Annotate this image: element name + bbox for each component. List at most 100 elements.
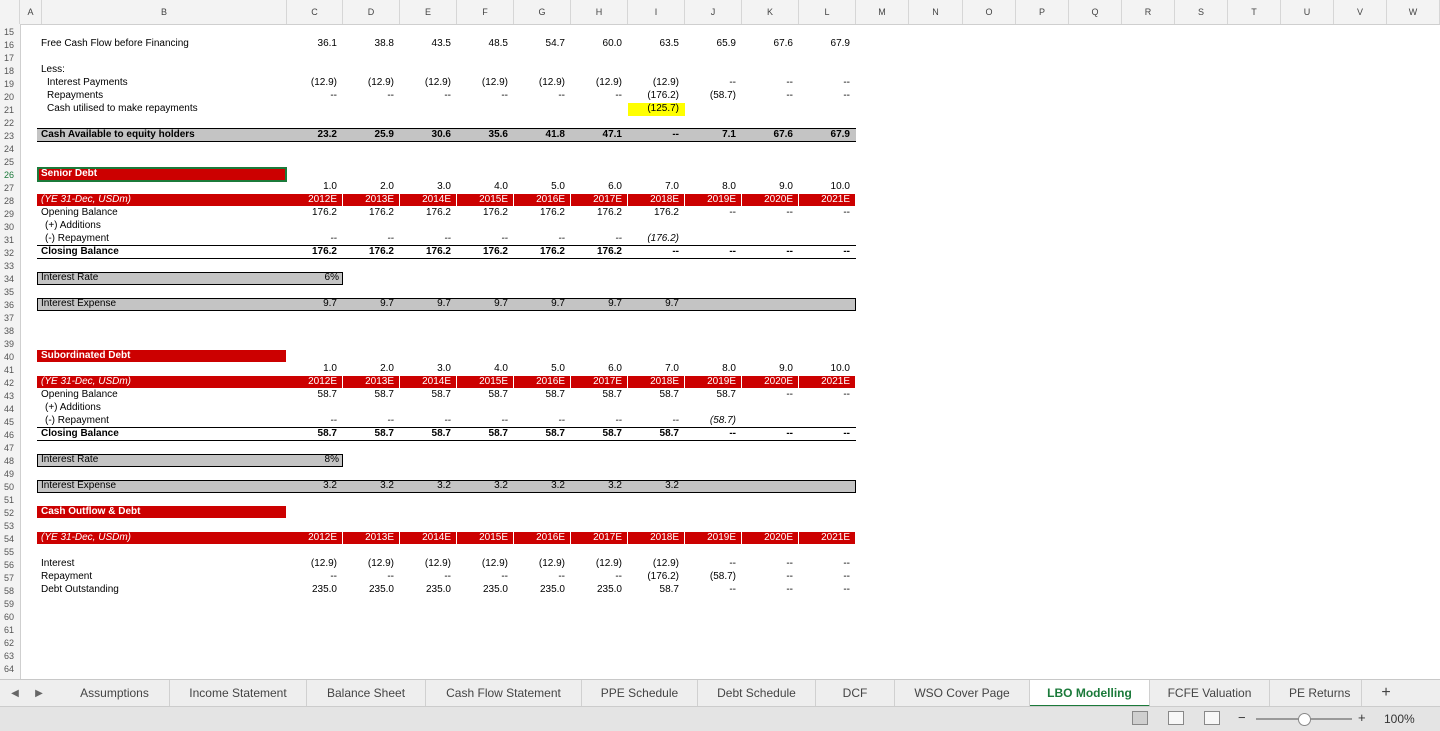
column-header-l[interactable]: L — [799, 0, 856, 24]
row-header-59[interactable]: 59 — [0, 598, 20, 611]
row-header-46[interactable]: 46 — [0, 429, 20, 442]
column-header-a[interactable]: A — [20, 0, 42, 24]
column-header-c[interactable]: C — [287, 0, 343, 24]
page-break-view-icon[interactable] — [1204, 711, 1220, 725]
row-header-30[interactable]: 30 — [0, 221, 20, 234]
row-header-64[interactable]: 64 — [0, 663, 20, 676]
row-header-62[interactable]: 62 — [0, 637, 20, 650]
row-header-26[interactable]: 26 — [0, 169, 20, 182]
row-header-15[interactable]: 15 — [0, 26, 20, 39]
row-header-24[interactable]: 24 — [0, 143, 20, 156]
zoom-in-button[interactable]: + — [1358, 710, 1366, 725]
column-header-u[interactable]: U — [1281, 0, 1334, 24]
row-header-54[interactable]: 54 — [0, 533, 20, 546]
tab-balance-sheet[interactable]: Balance Sheet — [307, 680, 426, 707]
tab-debt-schedule[interactable]: Debt Schedule — [698, 680, 816, 707]
row-header-19[interactable]: 19 — [0, 78, 20, 91]
repayments-label: Repayments — [47, 90, 104, 101]
row-header-32[interactable]: 32 — [0, 247, 20, 260]
row-header-45[interactable]: 45 — [0, 416, 20, 429]
row-header-21[interactable]: 21 — [0, 104, 20, 117]
prev-sheet-icon[interactable]: ◀ — [6, 680, 24, 707]
row-header-48[interactable]: 48 — [0, 455, 20, 468]
outflow-debt-label: Debt Outstanding — [41, 584, 119, 595]
row-header-41[interactable]: 41 — [0, 364, 20, 377]
tab-fcfe-valuation[interactable]: FCFE Valuation — [1150, 680, 1270, 707]
column-header-p[interactable]: P — [1016, 0, 1069, 24]
row-header-47[interactable]: 47 — [0, 442, 20, 455]
column-header-i[interactable]: I — [628, 0, 685, 24]
row-header-51[interactable]: 51 — [0, 494, 20, 507]
row-header-23[interactable]: 23 — [0, 130, 20, 143]
tab-ppe-schedule[interactable]: PPE Schedule — [582, 680, 698, 707]
column-header-o[interactable]: O — [963, 0, 1016, 24]
row-header-63[interactable]: 63 — [0, 650, 20, 663]
select-all-corner[interactable] — [0, 0, 20, 24]
row-header-50[interactable]: 50 — [0, 481, 20, 494]
senior-debt-opening-value-f: 176.2 — [482, 207, 508, 218]
row-header-22[interactable]: 22 — [0, 117, 20, 130]
row-header-29[interactable]: 29 — [0, 208, 20, 221]
row-header-38[interactable]: 38 — [0, 325, 20, 338]
row-header-57[interactable]: 57 — [0, 572, 20, 585]
spreadsheet-grid[interactable]: Free Cash Flow before Financing 36.1 38.8 4… — [21, 25, 1440, 679]
column-header-s[interactable]: S — [1175, 0, 1228, 24]
row-header-31[interactable]: 31 — [0, 234, 20, 247]
row-header-36[interactable]: 36 — [0, 299, 20, 312]
normal-view-icon[interactable] — [1132, 711, 1148, 725]
row-header-18[interactable]: 18 — [0, 65, 20, 78]
column-header-q[interactable]: Q — [1069, 0, 1122, 24]
column-header-r[interactable]: R — [1122, 0, 1175, 24]
column-header-g[interactable]: G — [514, 0, 571, 24]
tab-cash-flow-statement[interactable]: Cash Flow Statement — [426, 680, 582, 707]
zoom-out-button[interactable]: − — [1238, 710, 1246, 725]
row-header-28[interactable]: 28 — [0, 195, 20, 208]
row-header-37[interactable]: 37 — [0, 312, 20, 325]
row-header-39[interactable]: 39 — [0, 338, 20, 351]
next-sheet-icon[interactable]: ▶ — [30, 680, 48, 707]
row-header-33[interactable]: 33 — [0, 260, 20, 273]
column-header-j[interactable]: J — [685, 0, 742, 24]
row-header-53[interactable]: 53 — [0, 520, 20, 533]
tab-assumptions[interactable]: Assumptions — [60, 680, 170, 707]
column-header-h[interactable]: H — [571, 0, 628, 24]
row-header-17[interactable]: 17 — [0, 52, 20, 65]
column-header-f[interactable]: F — [457, 0, 514, 24]
zoom-slider-thumb[interactable] — [1298, 713, 1311, 726]
row-header-58[interactable]: 58 — [0, 585, 20, 598]
row-header-52[interactable]: 52 — [0, 507, 20, 520]
page-layout-view-icon[interactable] — [1168, 711, 1184, 725]
row-header-35[interactable]: 35 — [0, 286, 20, 299]
column-header-b[interactable]: B — [42, 0, 287, 24]
row-header-40[interactable]: 40 — [0, 351, 20, 364]
column-header-d[interactable]: D — [343, 0, 400, 24]
row-header-20[interactable]: 20 — [0, 91, 20, 104]
column-header-w[interactable]: W — [1387, 0, 1440, 24]
row-header-61[interactable]: 61 — [0, 624, 20, 637]
column-header-e[interactable]: E — [400, 0, 457, 24]
column-header-m[interactable]: M — [856, 0, 909, 24]
row-header-56[interactable]: 56 — [0, 559, 20, 572]
tab-dcf[interactable]: DCF — [816, 680, 895, 707]
row-header-55[interactable]: 55 — [0, 546, 20, 559]
row-header-16[interactable]: 16 — [0, 39, 20, 52]
row-header-49[interactable]: 49 — [0, 468, 20, 481]
row-header-44[interactable]: 44 — [0, 403, 20, 416]
column-header-k[interactable]: K — [742, 0, 799, 24]
row-header-34[interactable]: 34 — [0, 273, 20, 286]
tab-lbo-modelling[interactable]: LBO Modelling — [1030, 680, 1150, 707]
tab-pe-returns-an[interactable]: PE Returns an — [1270, 680, 1362, 707]
row-header-43[interactable]: 43 — [0, 390, 20, 403]
repayments-value-e: -- — [444, 90, 451, 101]
row-header-27[interactable]: 27 — [0, 182, 20, 195]
add-sheet-button[interactable]: + — [1372, 680, 1400, 707]
row-header-42[interactable]: 42 — [0, 377, 20, 390]
column-header-n[interactable]: N — [909, 0, 963, 24]
tab-wso-cover-page[interactable]: WSO Cover Page — [895, 680, 1030, 707]
selected-cell[interactable] — [37, 167, 287, 182]
row-header-25[interactable]: 25 — [0, 156, 20, 169]
column-header-t[interactable]: T — [1228, 0, 1281, 24]
tab-income-statement[interactable]: Income Statement — [170, 680, 307, 707]
column-header-v[interactable]: V — [1334, 0, 1387, 24]
row-header-60[interactable]: 60 — [0, 611, 20, 624]
